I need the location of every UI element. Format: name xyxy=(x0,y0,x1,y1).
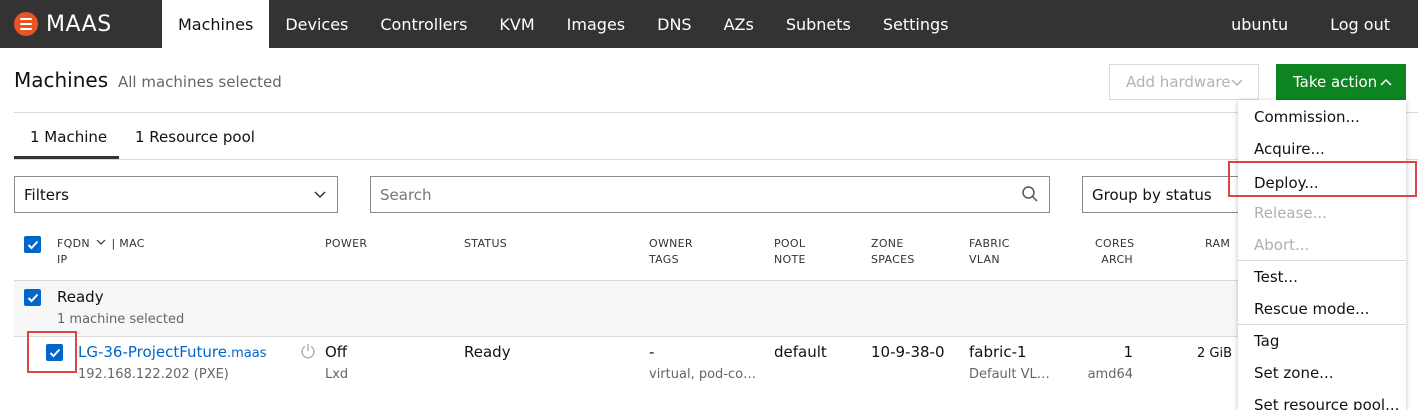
machine-vlan[interactable]: Default VL… xyxy=(969,367,1050,382)
machine-ram: 2 GiB xyxy=(1197,343,1232,361)
nav-user[interactable]: ubuntu xyxy=(1217,0,1316,48)
menu-item-rescue-mode[interactable]: Rescue mode... xyxy=(1254,300,1369,318)
take-action-label: Take action xyxy=(1293,73,1378,91)
machine-zone[interactable]: 10-9-38-0 xyxy=(871,343,945,361)
filters-label: Filters xyxy=(24,185,69,204)
machine-power-state: Off xyxy=(325,343,348,361)
nav-devices[interactable]: Devices xyxy=(269,0,364,48)
take-action-button[interactable]: Take action xyxy=(1276,64,1406,100)
header-status[interactable]: STATUS xyxy=(464,236,507,252)
nav-images[interactable]: Images xyxy=(551,0,641,48)
page-title: Machines xyxy=(14,68,109,92)
header-ram[interactable]: RAM xyxy=(1205,236,1230,252)
machine-status: Ready xyxy=(464,343,511,361)
tab-resource-pools[interactable]: 1 Resource pool xyxy=(135,128,255,146)
menu-item-commission[interactable]: Commission... xyxy=(1254,108,1360,126)
nav-logout[interactable]: Log out xyxy=(1316,0,1418,48)
header-ip[interactable]: IP xyxy=(57,253,67,266)
filters-dropdown[interactable]: Filters xyxy=(14,176,338,213)
header-pool-note[interactable]: POOL NOTE xyxy=(774,236,806,268)
top-navbar: MAAS Machines Devices Controllers KVM Im… xyxy=(0,0,1418,48)
machine-power-type: Lxd xyxy=(325,367,349,382)
nav-controllers[interactable]: Controllers xyxy=(364,0,483,48)
group-row-ready xyxy=(14,281,1244,336)
menu-item-acquire[interactable]: Acquire... xyxy=(1254,140,1325,158)
machine-fabric[interactable]: fabric-1 xyxy=(969,343,1027,361)
chevron-up-icon xyxy=(1379,74,1393,90)
page-subtitle: All machines selected xyxy=(118,73,282,91)
add-hardware-label: Add hardware xyxy=(1126,73,1231,91)
header-note[interactable]: NOTE xyxy=(774,253,806,266)
nav-machines[interactable]: Machines xyxy=(162,0,270,48)
group-by-label: Group by status xyxy=(1092,185,1212,204)
machine-cores: 1 xyxy=(1123,343,1133,361)
machine-pool[interactable]: default xyxy=(774,343,827,361)
menu-divider xyxy=(1238,324,1406,325)
header-cores-arch[interactable]: CORES ARCH xyxy=(1095,236,1134,268)
header-owner-tags[interactable]: OWNER TAGS xyxy=(649,236,693,268)
power-icon[interactable] xyxy=(300,343,316,363)
tab-machines[interactable]: 1 Machine xyxy=(30,128,107,146)
header-mac[interactable]: | MAC xyxy=(111,237,144,250)
menu-item-tag[interactable]: Tag xyxy=(1254,332,1279,350)
header-fabric[interactable]: FABRIC xyxy=(969,237,1010,250)
nav-azs[interactable]: AZs xyxy=(708,0,770,48)
take-action-menu: Commission... Acquire... Deploy... Relea… xyxy=(1238,100,1406,410)
menu-item-set-zone[interactable]: Set zone... xyxy=(1254,364,1334,382)
header-spaces[interactable]: SPACES xyxy=(871,253,915,266)
machine-ip: 192.168.122.202 (PXE) xyxy=(78,367,229,382)
add-hardware-button[interactable]: Add hardware xyxy=(1109,64,1259,100)
deploy-highlight-box xyxy=(1228,161,1417,197)
machine-domain[interactable]: .maas xyxy=(227,346,267,361)
machine-hostname[interactable]: LG-36-ProjectFuture xyxy=(78,343,227,361)
header-fqdn-mac[interactable]: FQDN | MAC IP xyxy=(57,236,145,268)
menu-item-release: Release... xyxy=(1254,204,1327,222)
menu-item-set-resource-pool[interactable]: Set resource pool... xyxy=(1254,396,1399,410)
machine-ram-value: 2 GiB xyxy=(1197,346,1233,361)
search-input[interactable]: Search xyxy=(370,176,1050,213)
header-divider xyxy=(14,112,1418,113)
header-cores[interactable]: CORES xyxy=(1095,237,1134,250)
nav-dns[interactable]: DNS xyxy=(641,0,707,48)
brand-name: MAAS xyxy=(46,11,112,37)
machine-tags: virtual, pod-co… xyxy=(649,367,757,382)
nav-kvm[interactable]: KVM xyxy=(483,0,550,48)
menu-item-test[interactable]: Test... xyxy=(1254,268,1298,286)
brand[interactable]: MAAS xyxy=(0,0,162,48)
header-zone-spaces[interactable]: ZONE SPACES xyxy=(871,236,915,268)
group-selected-count: 1 machine selected xyxy=(57,312,185,327)
select-all-checkbox[interactable] xyxy=(24,236,41,253)
menu-item-abort: Abort... xyxy=(1254,236,1310,254)
maas-logo-icon xyxy=(14,12,38,36)
header-fqdn[interactable]: FQDN xyxy=(57,237,90,250)
header-zone[interactable]: ZONE xyxy=(871,237,904,250)
tabs-divider xyxy=(14,159,1418,160)
sort-chevron-icon[interactable] xyxy=(96,236,106,252)
group-checkbox[interactable] xyxy=(24,289,41,306)
group-name: Ready xyxy=(57,288,104,306)
chevron-down-icon xyxy=(1230,74,1244,90)
machine-fqdn-link[interactable]: LG-36-ProjectFuture.maas xyxy=(78,343,267,361)
machine-owner: - xyxy=(649,343,655,361)
search-placeholder: Search xyxy=(380,185,432,204)
header-arch[interactable]: ARCH xyxy=(1101,253,1133,266)
chevron-down-icon xyxy=(313,186,327,202)
header-owner[interactable]: OWNER xyxy=(649,237,693,250)
nav-settings[interactable]: Settings xyxy=(867,0,965,48)
search-icon[interactable] xyxy=(1021,185,1039,207)
group-by-select[interactable]: Group by status xyxy=(1082,176,1242,213)
machine-arch: amd64 xyxy=(1087,367,1133,382)
header-fabric-vlan[interactable]: FABRIC VLAN xyxy=(969,236,1010,268)
header-vlan[interactable]: VLAN xyxy=(969,253,1000,266)
group-divider xyxy=(14,336,1244,337)
header-power[interactable]: POWER xyxy=(325,236,367,252)
header-tags[interactable]: TAGS xyxy=(649,253,679,266)
menu-divider xyxy=(1238,260,1406,261)
nav-subnets[interactable]: Subnets xyxy=(770,0,867,48)
header-pool[interactable]: POOL xyxy=(774,237,805,250)
checkbox-highlight-box xyxy=(27,331,77,373)
